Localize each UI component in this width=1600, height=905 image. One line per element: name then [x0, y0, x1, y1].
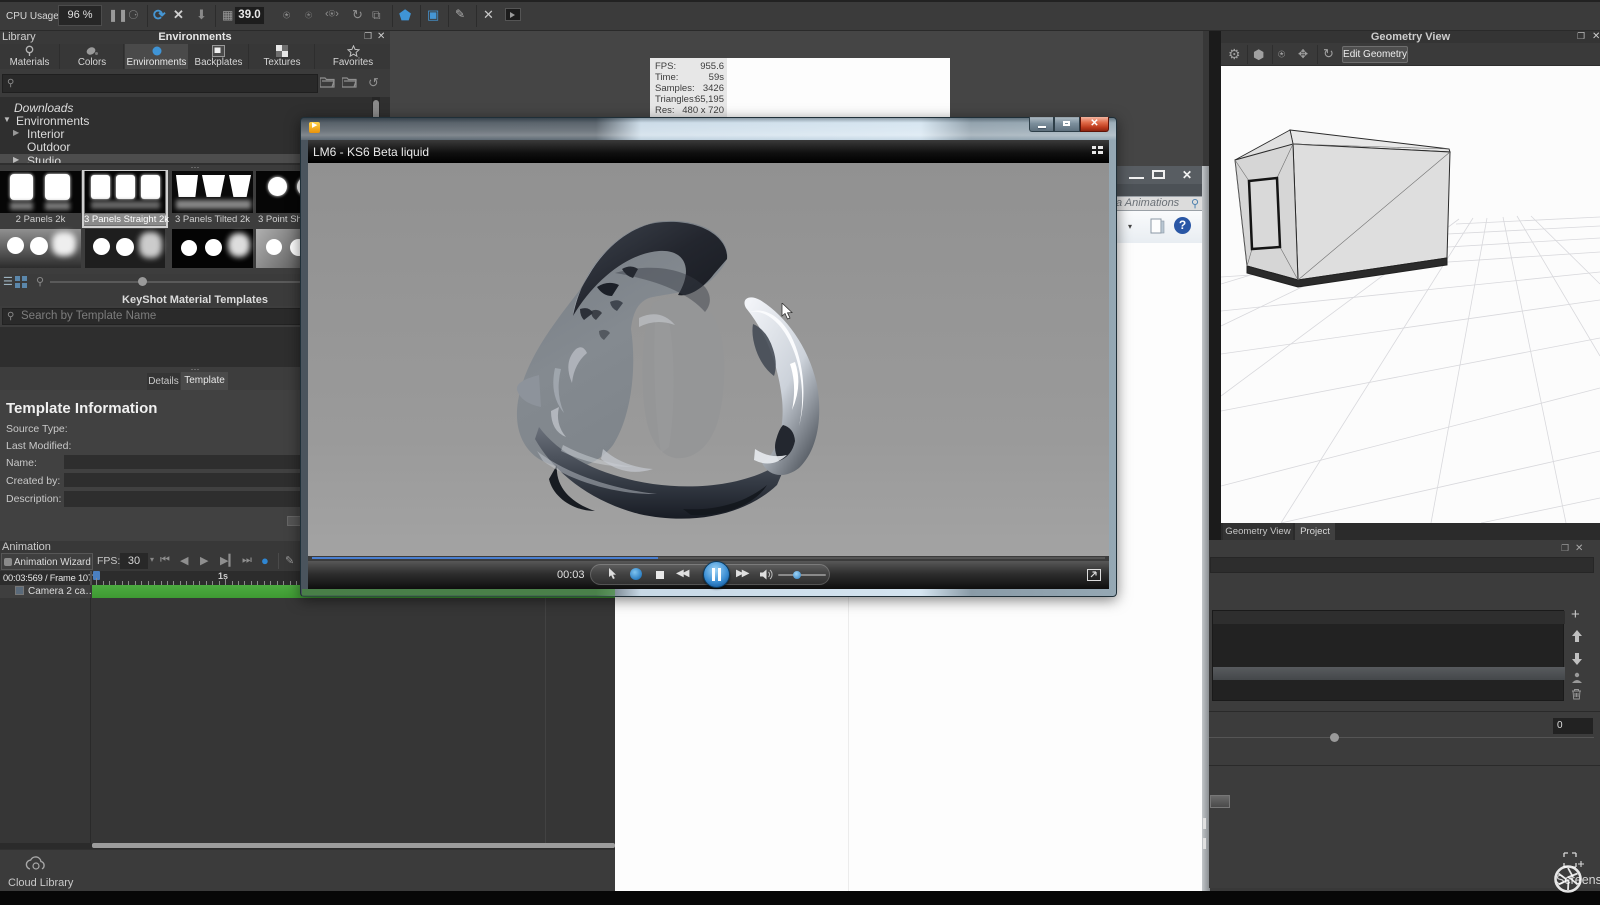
svg-text:Screenshot: Screenshot	[1556, 873, 1600, 887]
